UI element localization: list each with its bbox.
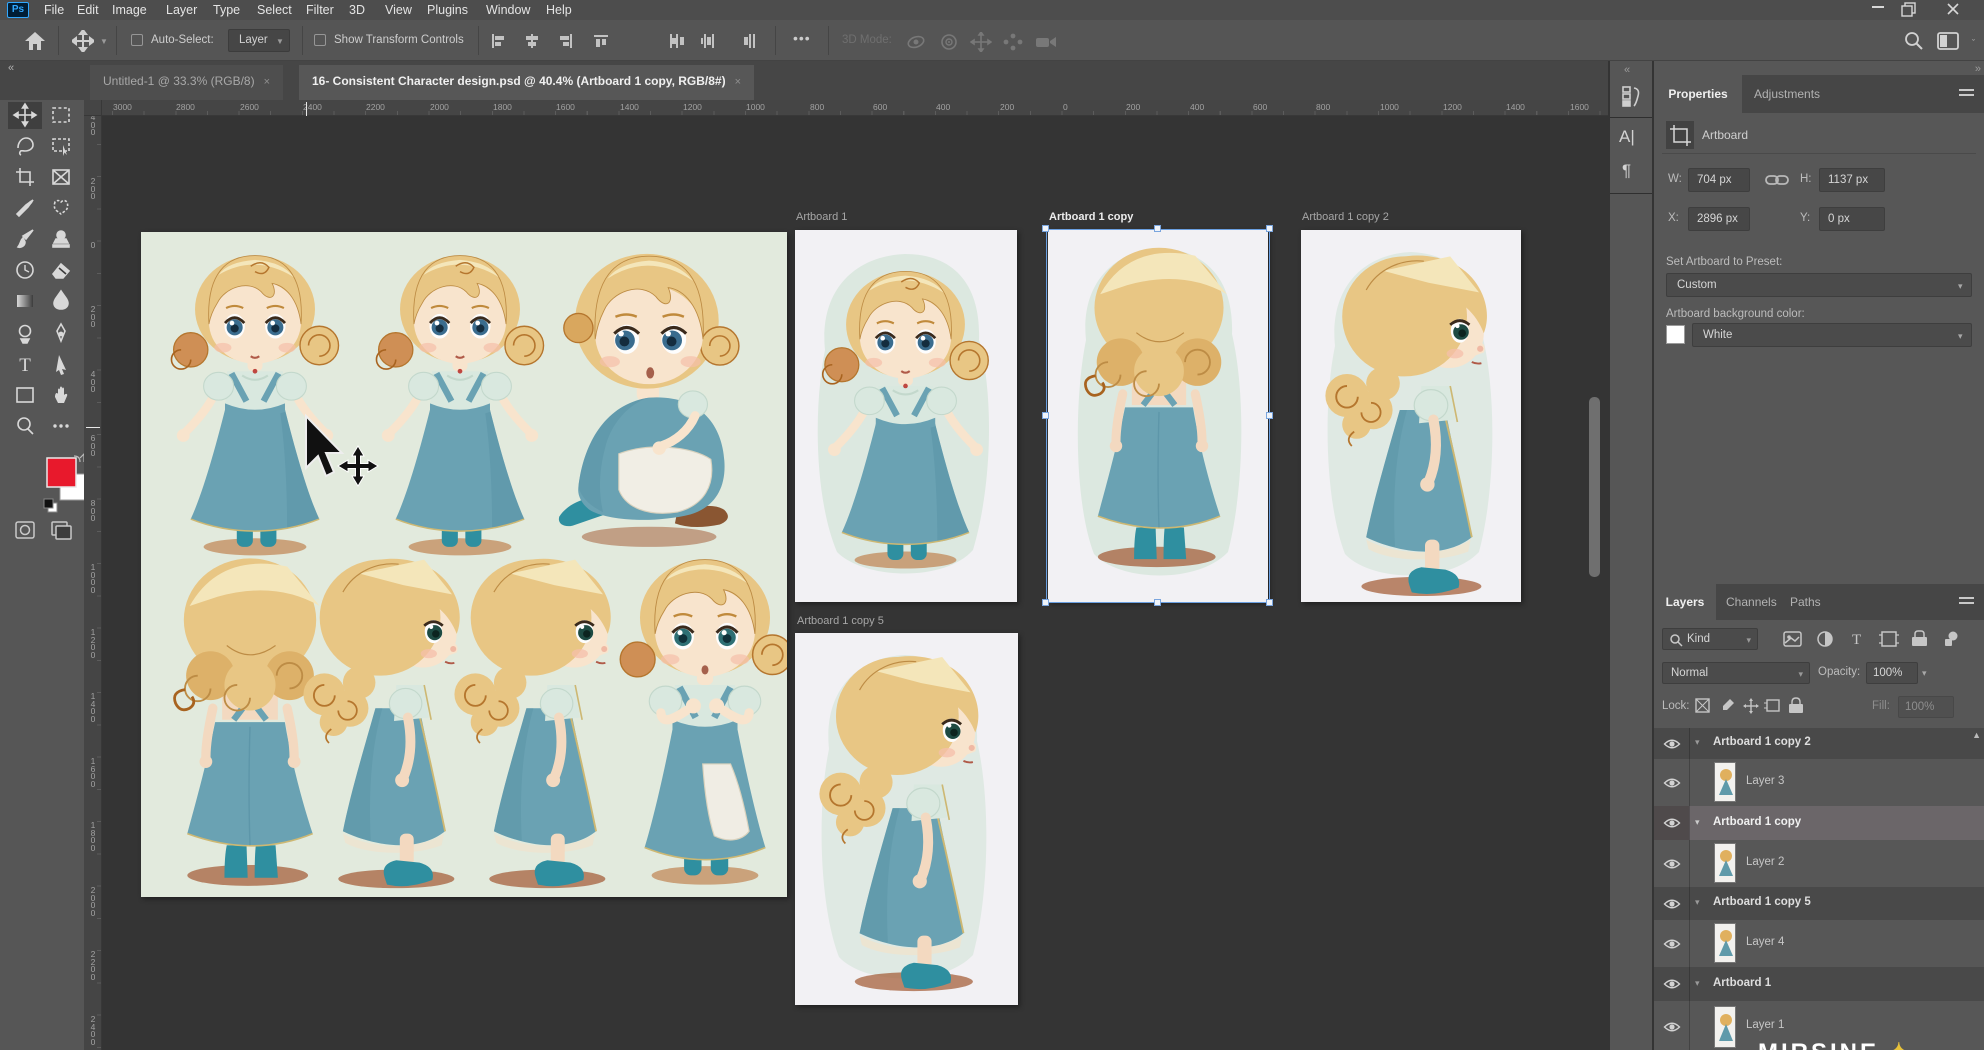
svg-text:T: T bbox=[19, 355, 31, 376]
svg-text:T: T bbox=[1852, 632, 1861, 648]
